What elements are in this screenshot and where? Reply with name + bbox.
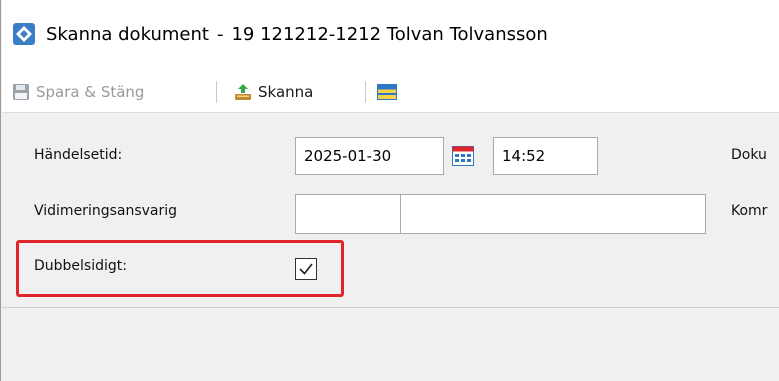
diamond-app-icon	[13, 23, 35, 45]
window-patient: 19 121212-1212 Tolvan Tolvansson	[231, 24, 548, 45]
panel-toggle-button[interactable]	[377, 80, 403, 104]
floppy-disk-icon	[13, 84, 29, 100]
certifier-name-field[interactable]	[400, 194, 706, 234]
certifier-code-field[interactable]	[295, 194, 401, 234]
window-title: Skanna dokument -19 121212-1212 Tolvan To…	[46, 22, 548, 48]
footer-area	[2, 308, 779, 381]
scan-button[interactable]: Skanna	[234, 80, 313, 104]
scan-document-window: Skanna dokument -19 121212-1212 Tolvan To…	[0, 0, 779, 381]
calendar-icon[interactable]	[452, 146, 474, 166]
event-time-field[interactable]: 14:52	[493, 137, 598, 175]
scanner-icon	[235, 84, 251, 100]
window-title-text: Skanna dokument	[46, 24, 209, 45]
event-date-field[interactable]: 2025-01-30	[295, 137, 444, 175]
toolbar-separator	[216, 81, 217, 103]
toolbar: Spara & Stäng Skanna	[2, 72, 779, 113]
comment-label: Komr	[731, 203, 768, 219]
save-close-label: Spara & Stäng	[36, 83, 145, 101]
panel-toggle-icon	[377, 84, 397, 100]
save-close-button[interactable]: Spara & Stäng	[12, 80, 144, 104]
title-bar: Skanna dokument -19 121212-1212 Tolvan To…	[2, 0, 779, 72]
certifier-label: Vidimeringsansvarig	[34, 203, 178, 219]
highlight-box	[16, 240, 344, 297]
event-time-label: Händelsetid:	[34, 147, 123, 163]
title-separator: -	[216, 24, 224, 45]
scan-label: Skanna	[258, 83, 314, 101]
toolbar-separator	[365, 81, 366, 103]
document-label: Doku	[731, 147, 767, 163]
